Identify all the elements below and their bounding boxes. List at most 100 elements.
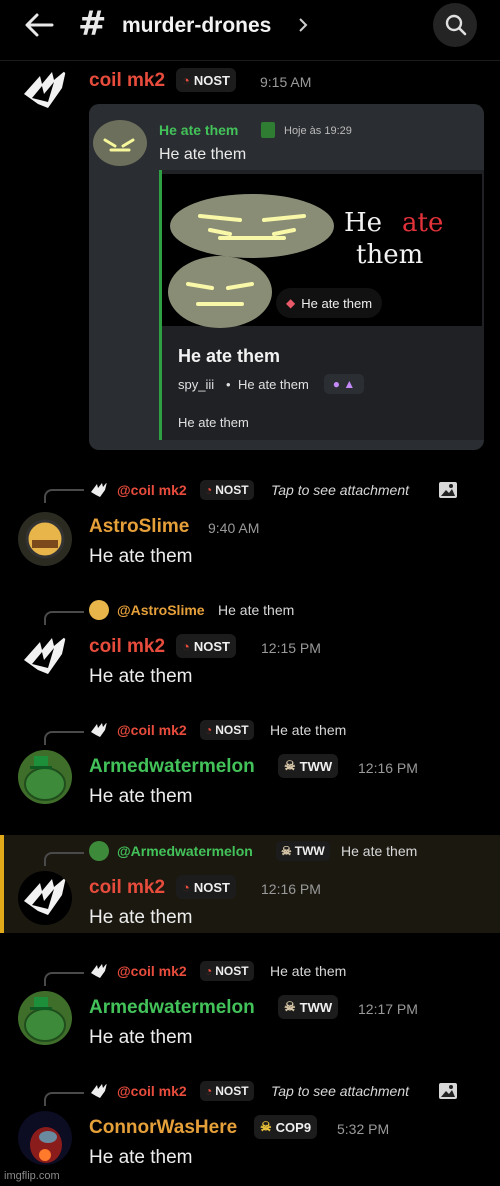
skull-icon: ☠ (284, 999, 296, 1014)
reply-username[interactable]: @coil mk2 (117, 482, 187, 498)
wing-logo-icon (24, 636, 66, 674)
wing-logo-icon (91, 1083, 107, 1098)
emoji-badge-icon: ● ▲ (324, 374, 364, 394)
reply-connector (44, 731, 84, 745)
wing-logo-icon (91, 722, 107, 737)
reply-connector (44, 972, 84, 986)
embed-footer: He ate them (178, 415, 249, 430)
reply-username[interactable]: @Armedwatermelon (117, 843, 253, 859)
watermelon-icon (24, 997, 66, 1042)
reply-guild-tag: ◔ NOST (200, 720, 254, 740)
nested-embed: He ate them ◆ He ate them He ate them sp… (159, 170, 484, 440)
wing-logo-icon (91, 482, 107, 497)
avatar[interactable] (18, 871, 72, 925)
skull-icon: ☠ (260, 1119, 272, 1134)
reply-preview[interactable]: He ate them (270, 963, 346, 979)
chevron-right-icon[interactable] (298, 17, 308, 33)
embed-text: He ate them (159, 146, 247, 163)
timestamp: 5:32 PM (337, 1121, 390, 1137)
reply-preview[interactable]: He ate them (218, 602, 294, 618)
username[interactable]: coil mk2 (89, 70, 165, 92)
caption-word: He (344, 208, 383, 238)
username[interactable]: coil mk2 (89, 636, 165, 658)
reply-username[interactable]: @coil mk2 (117, 1083, 187, 1099)
guild-tag-label: COP9 (275, 1119, 312, 1135)
embed-sub-text: He ate them (238, 377, 309, 392)
search-icon (445, 14, 467, 36)
watermark: imgflip.com (4, 1170, 60, 1182)
reply-preview[interactable]: Tap to see attachment (271, 482, 409, 498)
channel-hash-icon: # (78, 4, 107, 44)
reply-avatar (89, 1081, 109, 1101)
guild-tag[interactable]: ☠ TWW (278, 754, 339, 778)
skull-icon: ☠ (281, 844, 292, 858)
drone-visor-icon (103, 138, 135, 152)
message[interactable]: @AstroSlime He ate them coil mk2 ◔ NOST 1… (0, 592, 500, 702)
nost-icon: ◔ (182, 638, 190, 654)
guild-tag-label: TWW (294, 844, 325, 858)
guild-tag[interactable]: ☠ COP9 (254, 1115, 318, 1139)
avatar[interactable] (18, 630, 72, 684)
reply-avatar (89, 961, 109, 981)
guild-tag[interactable]: ◔ NOST (176, 634, 236, 658)
timestamp: 12:15 PM (261, 640, 321, 656)
username[interactable]: AstroSlime (89, 516, 189, 538)
message[interactable]: @coil mk2 ◔ NOST He ate them Armedwaterme… (0, 953, 500, 1063)
message[interactable]: @Armedwatermelon ☠ TWW He ate them coil m… (0, 833, 500, 943)
forwarded-embed[interactable]: He ate them Hoje às 19:29 He ate them He… (89, 104, 484, 450)
message[interactable]: @coil mk2 ◔ NOST He ate them Armedwaterme… (0, 712, 500, 822)
reply-preview[interactable]: He ate them (270, 722, 346, 738)
reply-preview[interactable]: Tap to see attachment (271, 1083, 409, 1099)
search-button[interactable] (433, 3, 477, 47)
embed-author: He ate them (159, 122, 239, 138)
back-arrow-icon[interactable] (22, 10, 56, 40)
wing-logo-icon (24, 877, 66, 915)
message-text: He ate them (89, 907, 193, 928)
avatar[interactable] (18, 64, 72, 118)
wing-logo-icon (91, 963, 107, 978)
embed-time: Hoje às 19:29 (284, 125, 352, 137)
message[interactable]: @coil mk2 ◔ NOST Tap to see attachment As… (0, 470, 500, 580)
channel-header: # murder-drones (0, 0, 500, 61)
reply-connector (44, 1092, 84, 1106)
username[interactable]: Armedwatermelon (89, 997, 255, 1019)
reply-avatar (89, 720, 109, 740)
timestamp: 12:17 PM (358, 1001, 418, 1017)
guild-tag[interactable]: ☠ TWW (278, 995, 339, 1019)
avatar[interactable] (18, 991, 72, 1045)
reply-avatar (89, 480, 109, 500)
reply-username[interactable]: @coil mk2 (117, 722, 187, 738)
reply-avatar (89, 600, 109, 620)
embed-title: He ate them (178, 346, 281, 366)
timestamp: 12:16 PM (358, 760, 418, 776)
reply-username[interactable]: @AstroSlime (117, 602, 205, 618)
username[interactable]: ConnorWasHere (89, 1117, 237, 1139)
guild-tag[interactable]: ◔ NOST (176, 875, 236, 899)
avatar[interactable] (18, 750, 72, 804)
guild-tag-label: NOST (215, 964, 249, 978)
caption-word: ate (402, 208, 444, 238)
watermelon-icon (24, 756, 66, 801)
embed-sub-sep: • (226, 377, 231, 392)
embed-sub-user: spy_iii (178, 377, 215, 392)
guild-tag-label: NOST (215, 723, 249, 737)
reply-preview[interactable]: He ate them (341, 843, 417, 859)
pill-icon: ◆ (286, 296, 296, 310)
reply-username[interactable]: @coil mk2 (117, 963, 187, 979)
avatar[interactable] (18, 512, 72, 566)
nost-icon: ◔ (205, 1084, 213, 1098)
nost-icon: ◔ (205, 723, 213, 737)
timestamp: 12:16 PM (261, 881, 321, 897)
nost-icon: ◔ (205, 964, 213, 978)
avatar[interactable] (18, 1111, 72, 1165)
guild-tag-label: TWW (299, 758, 333, 774)
message[interactable]: @coil mk2 ◔ NOST Tap to see attachment Co… (0, 1073, 500, 1186)
reply-guild-tag: ◔ NOST (200, 480, 254, 500)
reply-connector (44, 611, 84, 625)
username[interactable]: coil mk2 (89, 877, 165, 899)
guild-tag-label: NOST (193, 879, 230, 895)
image-icon (439, 1083, 457, 1099)
channel-name[interactable]: murder-drones (122, 14, 271, 38)
guild-tag[interactable]: ◔ NOST (176, 68, 236, 92)
username[interactable]: Armedwatermelon (89, 756, 255, 778)
